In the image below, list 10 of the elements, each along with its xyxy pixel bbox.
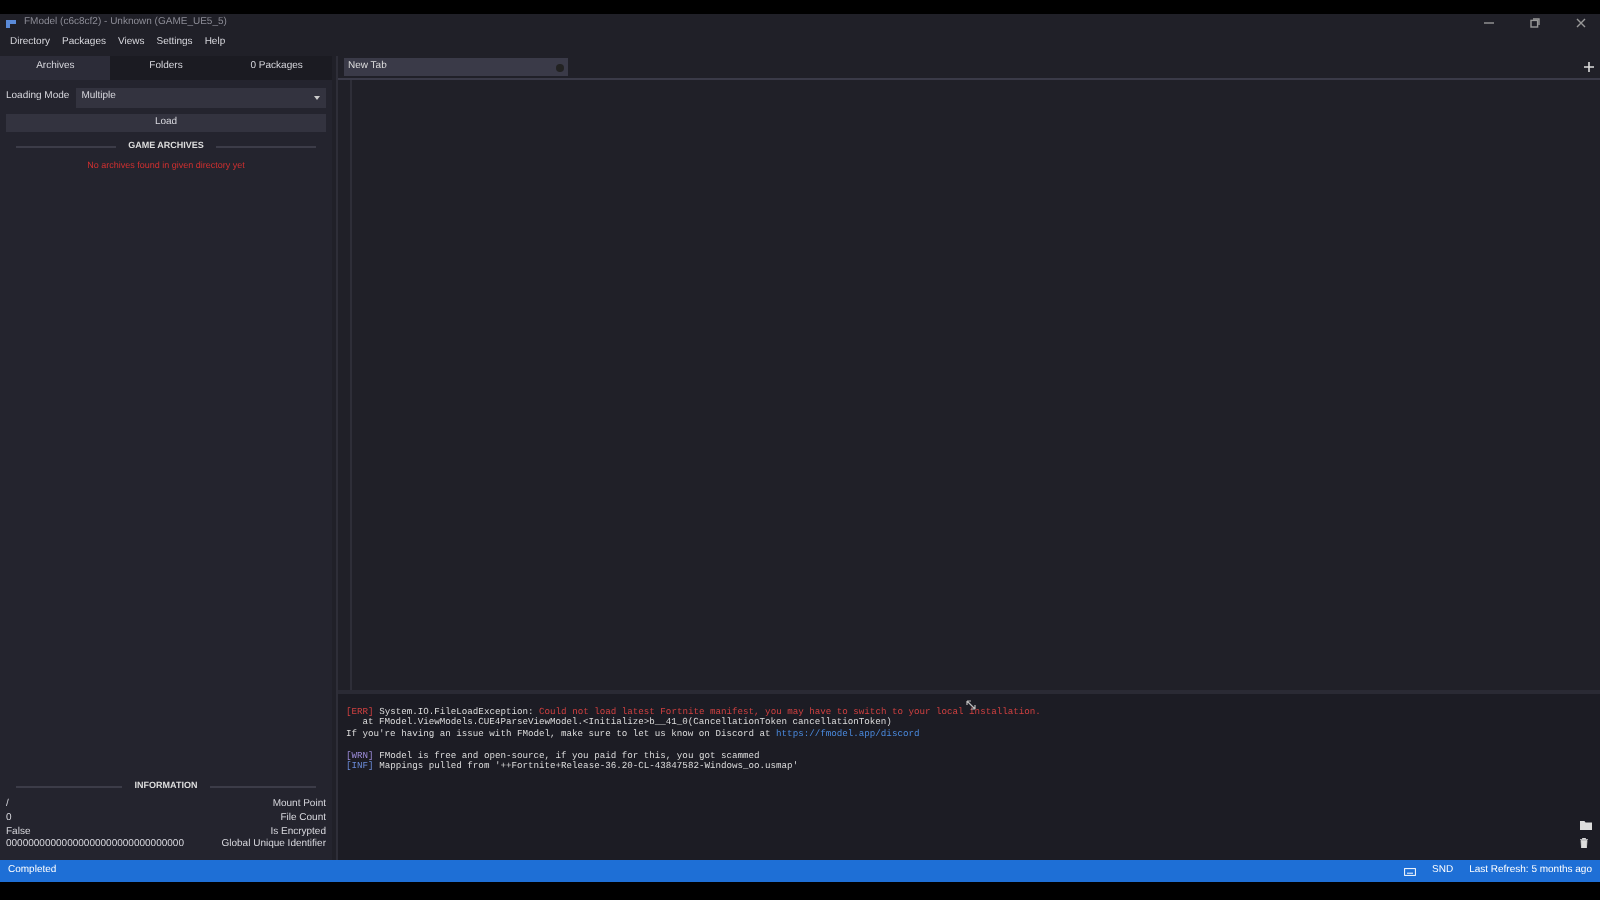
trash-icon[interactable] bbox=[1580, 838, 1588, 848]
keyboard-icon bbox=[1404, 867, 1416, 875]
folder-icon[interactable] bbox=[1580, 820, 1592, 830]
app-logo-icon bbox=[6, 18, 18, 30]
minimize-icon[interactable] bbox=[1483, 17, 1493, 28]
add-tab-button[interactable] bbox=[1584, 60, 1594, 74]
resize-icon[interactable] bbox=[966, 700, 976, 710]
close-icon[interactable] bbox=[1575, 17, 1585, 28]
restore-icon[interactable] bbox=[1529, 17, 1539, 28]
caret-icon bbox=[314, 96, 320, 100]
